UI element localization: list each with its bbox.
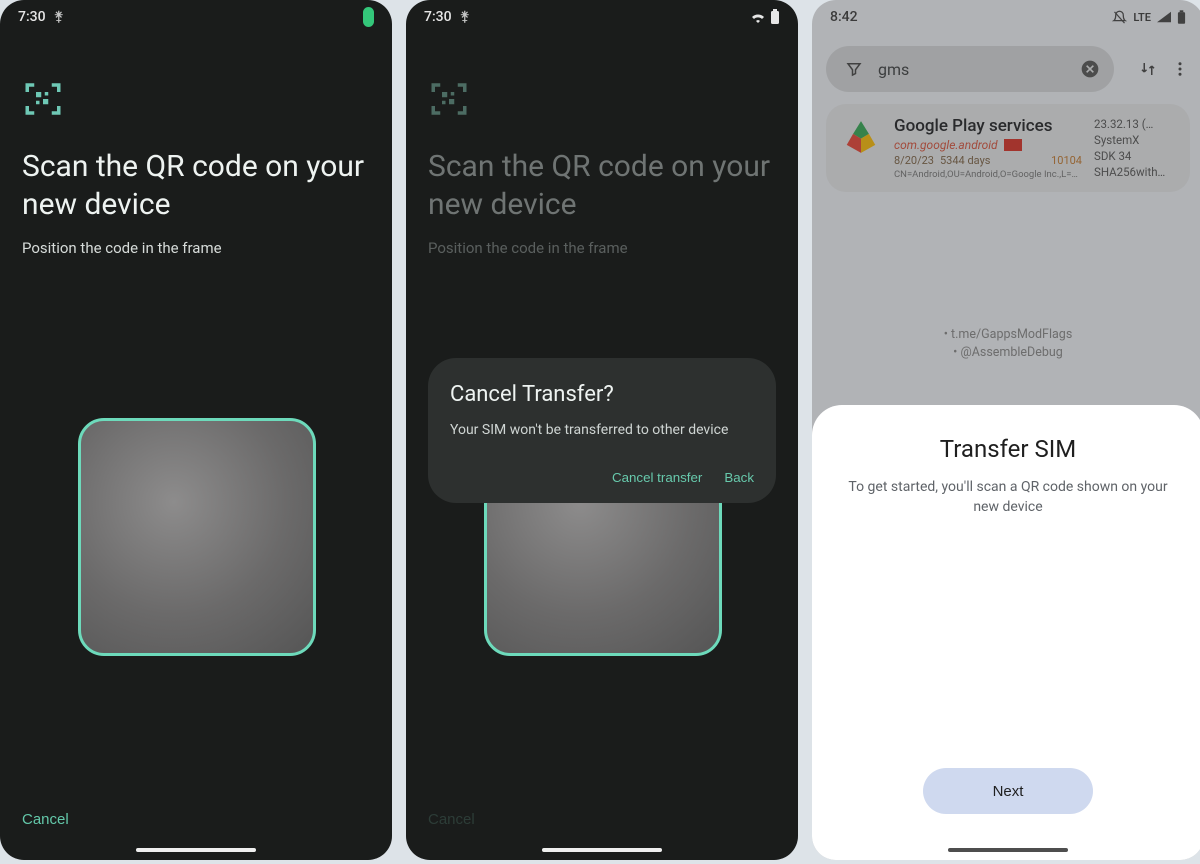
qr-icon xyxy=(428,78,798,120)
network-label: LTE xyxy=(1133,11,1151,24)
status-extra-icon: ⚵ xyxy=(460,9,470,25)
credits: • t.me/GappsModFlags • @AssembleDebug xyxy=(812,326,1200,362)
next-button[interactable]: Next xyxy=(923,768,1093,814)
app-icon xyxy=(840,116,882,158)
status-extra-icon: ⚵ xyxy=(54,9,64,25)
dialog-body: Your SIM won't be transferred to other d… xyxy=(450,421,754,440)
qr-scan-frame[interactable] xyxy=(78,418,316,656)
credit-line-1: • t.me/GappsModFlags xyxy=(812,326,1200,344)
status-bar: 7:30 ⚵ xyxy=(406,0,798,34)
app-row-google-play-services[interactable]: Google Play services com.google.android … xyxy=(826,104,1190,192)
wifi-icon xyxy=(750,11,766,23)
page-title: Scan the QR code on your new device xyxy=(22,148,370,223)
search-chip[interactable]: gms xyxy=(826,46,1114,92)
phone-scan-qr: 7:30 ⚵ Scan the QR code on your new devi… xyxy=(0,0,392,860)
clock: 8:42 xyxy=(830,9,858,25)
gesture-nav-pill[interactable] xyxy=(136,848,256,852)
back-button[interactable]: Back xyxy=(724,470,754,485)
cancel-button: Cancel xyxy=(428,811,475,828)
overflow-icon[interactable] xyxy=(1166,55,1194,83)
app-package: com.google.android xyxy=(894,138,998,152)
cancel-transfer-button[interactable]: Cancel transfer xyxy=(612,470,702,485)
clock: 7:30 xyxy=(18,9,46,25)
status-bar: 7:30 ⚵ xyxy=(0,0,392,34)
qr-icon xyxy=(22,78,392,120)
app-name: Google Play services xyxy=(894,116,1082,136)
cancel-button[interactable]: Cancel xyxy=(22,811,69,828)
phone-transfer-sim-sheet: 8:42 LTE gms xyxy=(812,0,1200,860)
signal-icon xyxy=(1157,11,1171,23)
filter-icon[interactable] xyxy=(840,55,868,83)
credit-line-2: • @AssembleDebug xyxy=(812,344,1200,362)
sheet-title: Transfer SIM xyxy=(940,435,1076,463)
search-query: gms xyxy=(878,60,1066,79)
gesture-nav-pill[interactable] xyxy=(948,848,1068,852)
app-cert-dn: CN=Android,OU=Android,O=Google Inc.,L=Mo… xyxy=(894,169,1082,180)
dnd-icon xyxy=(1112,10,1127,25)
clock: 7:30 xyxy=(424,9,452,25)
page-title: Scan the QR code on your new device xyxy=(428,148,776,223)
status-bar: 8:42 LTE xyxy=(812,0,1200,34)
app-version: 23.32.13 (… xyxy=(1094,116,1176,132)
gesture-nav-pill[interactable] xyxy=(542,848,662,852)
app-age: 5344 days xyxy=(940,154,990,167)
sheet-body: To get started, you'll scan a QR code sh… xyxy=(848,477,1168,518)
sort-icon[interactable] xyxy=(1134,55,1162,83)
cancel-transfer-dialog: Cancel Transfer? Your SIM won't be trans… xyxy=(428,358,776,503)
battery-icon xyxy=(770,9,780,25)
dialog-title: Cancel Transfer? xyxy=(450,382,754,407)
app-profile: SystemX xyxy=(1094,132,1176,148)
app-date: 8/20/23 xyxy=(894,154,934,167)
page-subtitle: Position the code in the frame xyxy=(22,239,370,257)
transfer-sim-sheet: Transfer SIM To get started, you'll scan… xyxy=(812,405,1200,860)
battery-icon xyxy=(363,7,374,27)
app-sha: SHA256with… xyxy=(1094,164,1176,180)
phone-scan-qr-dialog: 7:30 ⚵ Scan the QR code on your new devi… xyxy=(406,0,798,860)
battery-icon xyxy=(1177,10,1186,25)
page-subtitle: Position the code in the frame xyxy=(428,239,776,257)
app-uid: 10104 xyxy=(1051,154,1082,167)
flag-icon xyxy=(1004,139,1022,151)
clear-icon[interactable] xyxy=(1076,55,1104,83)
app-sdk: SDK 34 xyxy=(1094,148,1176,164)
